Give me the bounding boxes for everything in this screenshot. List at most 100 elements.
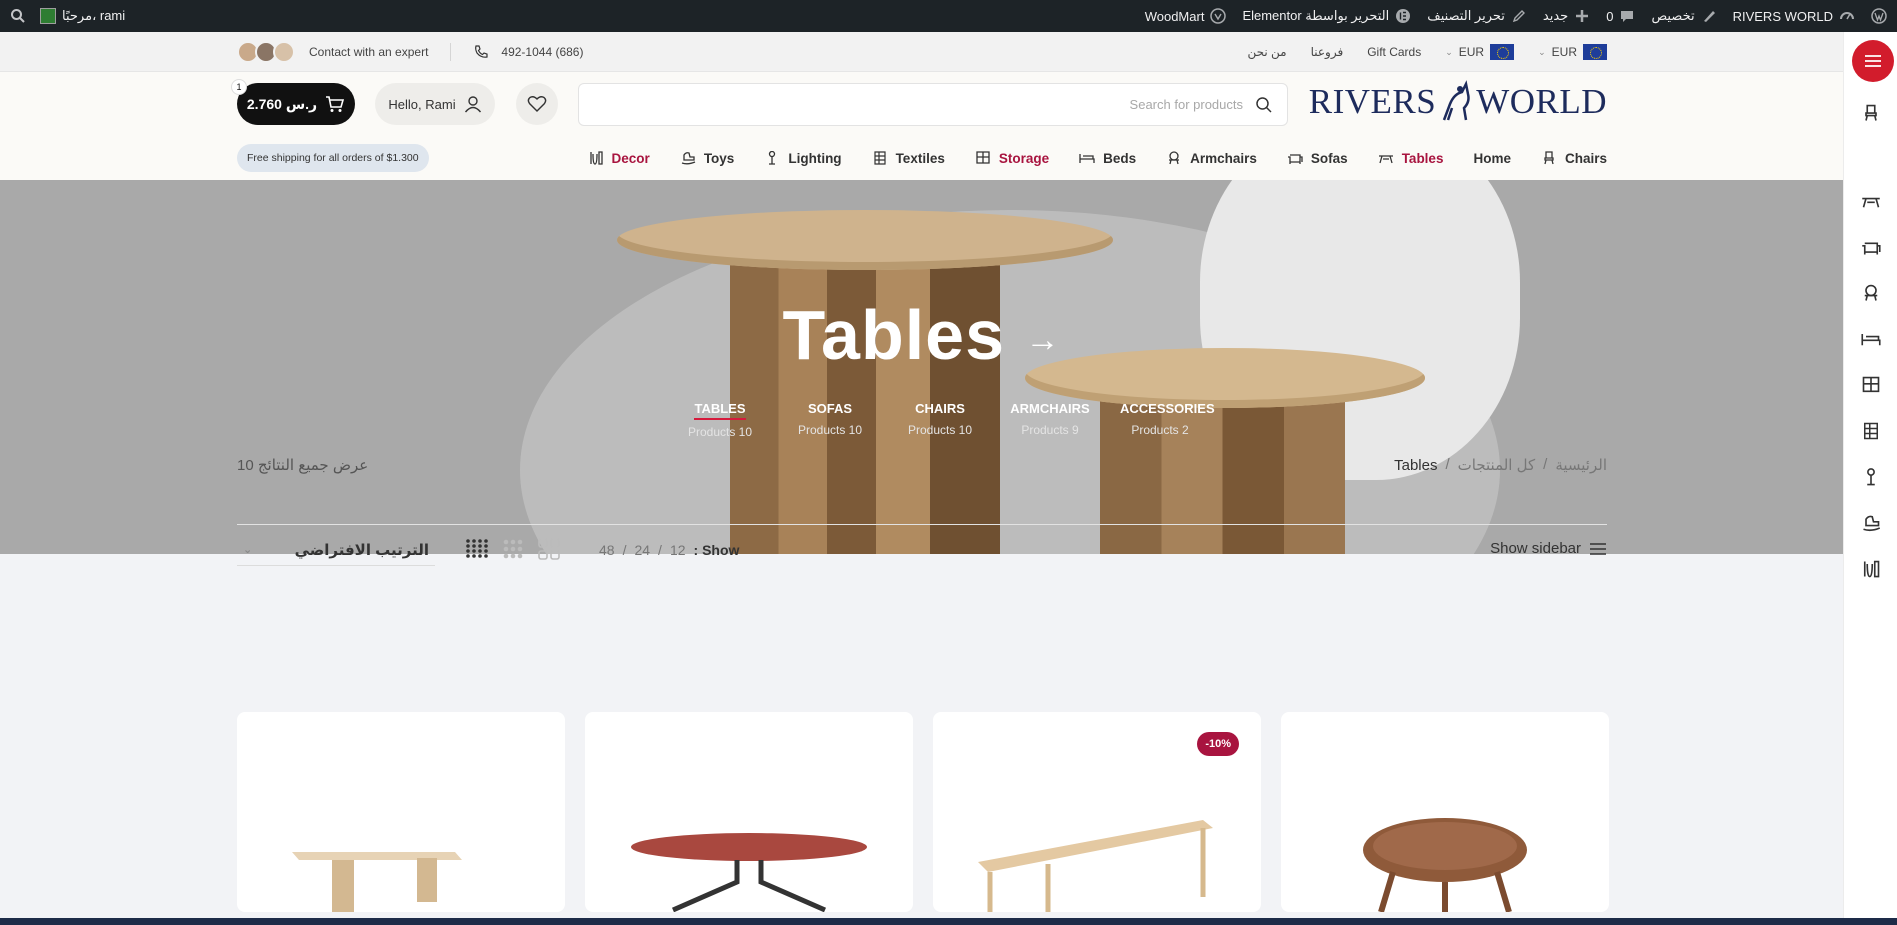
nav-item-lighting[interactable]: Lighting — [764, 151, 842, 166]
header-main: RIVERS WORLD Hello, Rami 1 2.760 ر.س Fre… — [0, 72, 1843, 180]
grid-3-columns-icon[interactable] — [501, 538, 525, 560]
vase-icon — [589, 151, 603, 165]
expert-avatars — [237, 41, 295, 63]
cart-count-badge: 1 — [231, 79, 247, 95]
product-card[interactable]: -10% — [933, 712, 1261, 912]
search-input[interactable] — [579, 84, 1287, 125]
search-icon[interactable] — [10, 8, 26, 24]
textiles-icon — [873, 151, 886, 165]
nav-item-tables[interactable]: Tables — [1378, 151, 1443, 166]
nav-item-sofas[interactable]: Sofas — [1287, 151, 1348, 166]
separator: / — [658, 542, 662, 558]
textiles-icon[interactable] — [1861, 422, 1881, 440]
subcategory-sofas[interactable]: SOFAS Products 10 — [790, 400, 870, 439]
armchair-icon — [1169, 151, 1180, 165]
topbar-link-branches[interactable]: فروعنا — [1311, 45, 1344, 59]
nav-item-chairs[interactable]: Chairs — [1541, 151, 1607, 166]
page-title: Tables → — [0, 295, 1843, 375]
chair-icon[interactable] — [1861, 104, 1881, 122]
chevron-down-icon: ⌄ — [243, 544, 253, 556]
subcategory-chairs[interactable]: CHAIRS Products 10 — [900, 400, 980, 439]
woodmart-link[interactable]: WoodMart — [1145, 8, 1227, 24]
heart-icon — [527, 96, 547, 112]
per-page-option[interactable]: 48 — [599, 542, 615, 558]
nav-label: Decor — [611, 150, 650, 166]
site-logo[interactable]: RIVERS WORLD — [1309, 80, 1607, 124]
category-hero: Tables → TABLES Products 10 SOFAS Produc… — [0, 180, 1843, 554]
nav-item-armchairs[interactable]: Armchairs — [1166, 151, 1257, 166]
topbar-link-about[interactable]: من نحن — [1247, 45, 1286, 59]
subcategory-armchairs[interactable]: ARMCHAIRS Products 9 — [1010, 400, 1090, 439]
bed-icon — [1079, 154, 1095, 163]
edit-category-label: تحرير التصنيف — [1427, 8, 1505, 23]
wishlist-button[interactable] — [516, 83, 558, 125]
vase-icon[interactable] — [1861, 560, 1881, 578]
elementor-icon — [1396, 9, 1411, 23]
pencil-icon — [1512, 10, 1525, 23]
storage-icon[interactable] — [1861, 376, 1881, 394]
subcategory-tables[interactable]: TABLES Products 10 — [680, 400, 760, 439]
edit-category-link[interactable]: تحرير التصنيف — [1427, 8, 1527, 24]
breadcrumb-all-products[interactable]: كل المنتجات — [1458, 456, 1536, 474]
per-page-option[interactable]: 24 — [634, 542, 650, 558]
customize-link[interactable]: تخصيص — [1651, 8, 1716, 24]
nav-label: Chairs — [1564, 150, 1607, 166]
product-card[interactable] — [1281, 712, 1609, 912]
show-sidebar-button[interactable]: Show sidebar — [1490, 540, 1607, 557]
edit-elementor-link[interactable]: التحرير بواسطة Elementor — [1242, 8, 1411, 24]
table-icon[interactable] — [1861, 192, 1881, 210]
breadcrumb-home[interactable]: الرئيسية — [1555, 456, 1607, 474]
arrow-right-icon: → — [1025, 321, 1061, 360]
menu-button[interactable] — [1852, 40, 1894, 82]
nav-item-storage[interactable]: Storage — [975, 151, 1049, 166]
subcategory-accessories[interactable]: ACCESSORIES Products 2 — [1120, 400, 1215, 439]
nav-item-textiles[interactable]: Textiles — [872, 151, 945, 166]
nav-item-beds[interactable]: Beds — [1079, 151, 1136, 166]
topbar-link-gift-cards[interactable]: Gift Cards — [1367, 45, 1421, 59]
breadcrumb: الرئيسية / كل المنتجات / Tables — [1394, 456, 1607, 474]
contact-expert-link[interactable]: Contact with an expert — [309, 45, 428, 59]
search-box — [578, 83, 1288, 126]
product-grid: -10% — [237, 712, 1609, 912]
grid-2-columns-icon[interactable] — [537, 538, 561, 560]
lamp-icon[interactable] — [1861, 468, 1881, 486]
grid-view-switcher — [465, 538, 561, 560]
wordpress-icon — [1871, 8, 1887, 24]
free-shipping-note: Free shipping for all orders of $1.300 — [237, 144, 429, 172]
header-topbar: Contact with an expert 492-1044 (686) من… — [0, 32, 1843, 72]
show-sidebar-label: Show sidebar — [1490, 540, 1581, 557]
wp-logo-menu[interactable] — [1871, 8, 1887, 24]
search-icon[interactable] — [1255, 96, 1273, 114]
comments-link[interactable]: 0 — [1606, 8, 1635, 24]
site-name-link[interactable]: RIVERS WORLD — [1733, 8, 1855, 24]
bed-icon[interactable] — [1861, 330, 1881, 348]
currency-selector[interactable]: ⌄ EUR — [1445, 44, 1515, 60]
user-icon — [464, 96, 481, 113]
account-menu[interactable]: مرحبًا، rami — [40, 8, 125, 24]
armchair-icon[interactable] — [1861, 284, 1881, 302]
phone-icon — [475, 45, 489, 58]
product-image — [292, 852, 462, 912]
nav-item-home[interactable]: Home — [1473, 151, 1511, 166]
new-content-link[interactable]: جديد — [1543, 8, 1590, 24]
discount-badge: -10% — [1197, 732, 1239, 756]
account-button[interactable]: Hello, Rami — [375, 83, 495, 125]
rocking-horse-icon[interactable] — [1861, 514, 1881, 532]
phone-number[interactable]: 492-1044 (686) — [501, 45, 583, 59]
nav-item-toys[interactable]: Toys — [680, 151, 734, 166]
grid-4-columns-icon[interactable] — [465, 538, 489, 560]
cart-button[interactable]: 1 2.760 ر.س — [231, 79, 355, 125]
sofa-icon[interactable] — [1861, 238, 1881, 256]
logo-text-right: WORLD — [1476, 82, 1607, 121]
currency-selector-2[interactable]: ⌄ EUR — [1538, 44, 1607, 60]
dashboard-icon — [1840, 12, 1854, 20]
product-card[interactable] — [585, 712, 913, 912]
product-card[interactable] — [237, 712, 565, 912]
breadcrumb-separator: / — [1445, 456, 1450, 473]
rocking-horse-icon — [681, 152, 696, 165]
sort-select[interactable]: الترتيب الافتراضي ⌄ — [237, 534, 435, 566]
site-name: RIVERS WORLD — [1732, 8, 1833, 24]
per-page-option[interactable]: 12 — [670, 542, 686, 558]
nav-item-decor[interactable]: Decor — [588, 151, 650, 166]
subcategory-list: TABLES Products 10 SOFAS Products 10 CHA… — [680, 400, 1215, 439]
